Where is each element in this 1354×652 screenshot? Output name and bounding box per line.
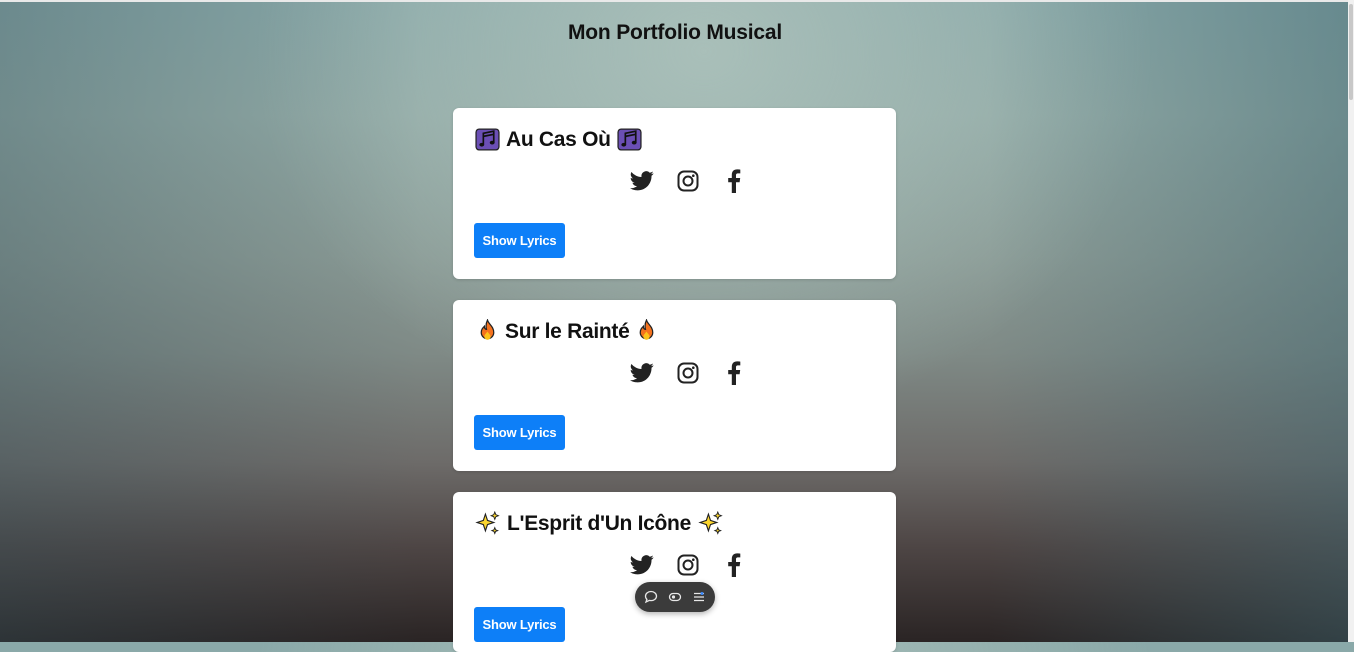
instagram-icon[interactable] xyxy=(665,167,711,195)
song-title-text: Sur le Rainté xyxy=(505,319,630,343)
sparkles-icon xyxy=(475,511,500,535)
musical-notes-icon xyxy=(617,128,642,151)
instagram-icon[interactable] xyxy=(665,551,711,579)
background-shade-right xyxy=(988,0,1348,642)
comment-icon[interactable] xyxy=(643,589,659,605)
song-title: Sur le Rainté xyxy=(475,319,659,344)
twitter-icon[interactable] xyxy=(619,551,665,579)
page-title: Mon Portfolio Musical xyxy=(568,21,782,44)
facebook-icon[interactable] xyxy=(711,167,757,195)
floating-toolbar xyxy=(635,582,715,612)
settings-sliders-icon[interactable] xyxy=(691,589,707,605)
musical-notes-icon xyxy=(475,128,500,151)
twitter-icon[interactable] xyxy=(619,167,665,195)
song-card: Au Cas Où Show Lyrics xyxy=(453,108,896,279)
scrollbar[interactable] xyxy=(1348,0,1354,642)
show-lyrics-button[interactable]: Show Lyrics xyxy=(474,223,565,258)
facebook-icon[interactable] xyxy=(711,359,757,387)
instagram-icon[interactable] xyxy=(665,359,711,387)
fire-icon xyxy=(480,319,495,340)
window-top-border xyxy=(0,0,1354,2)
social-links xyxy=(619,167,757,195)
eye-icon[interactable] xyxy=(667,589,683,605)
song-card: L'Esprit d'Un Icône Show Lyrics xyxy=(453,492,896,652)
song-title-text: Au Cas Où xyxy=(506,127,611,151)
fire-icon xyxy=(640,319,654,340)
song-title: Au Cas Où xyxy=(475,127,642,152)
sparkles-icon xyxy=(698,511,723,535)
social-links xyxy=(619,359,757,387)
show-lyrics-button[interactable]: Show Lyrics xyxy=(474,607,565,642)
twitter-icon[interactable] xyxy=(619,359,665,387)
song-title-text: L'Esprit d'Un Icône xyxy=(507,511,691,535)
scrollbar-thumb[interactable] xyxy=(1349,4,1353,100)
facebook-icon[interactable] xyxy=(711,551,757,579)
background-shade-left xyxy=(0,0,420,642)
song-title: L'Esprit d'Un Icône xyxy=(475,511,723,536)
song-card: Sur le Rainté Show Lyrics xyxy=(453,300,896,471)
show-lyrics-button[interactable]: Show Lyrics xyxy=(474,415,565,450)
social-links xyxy=(619,551,757,579)
